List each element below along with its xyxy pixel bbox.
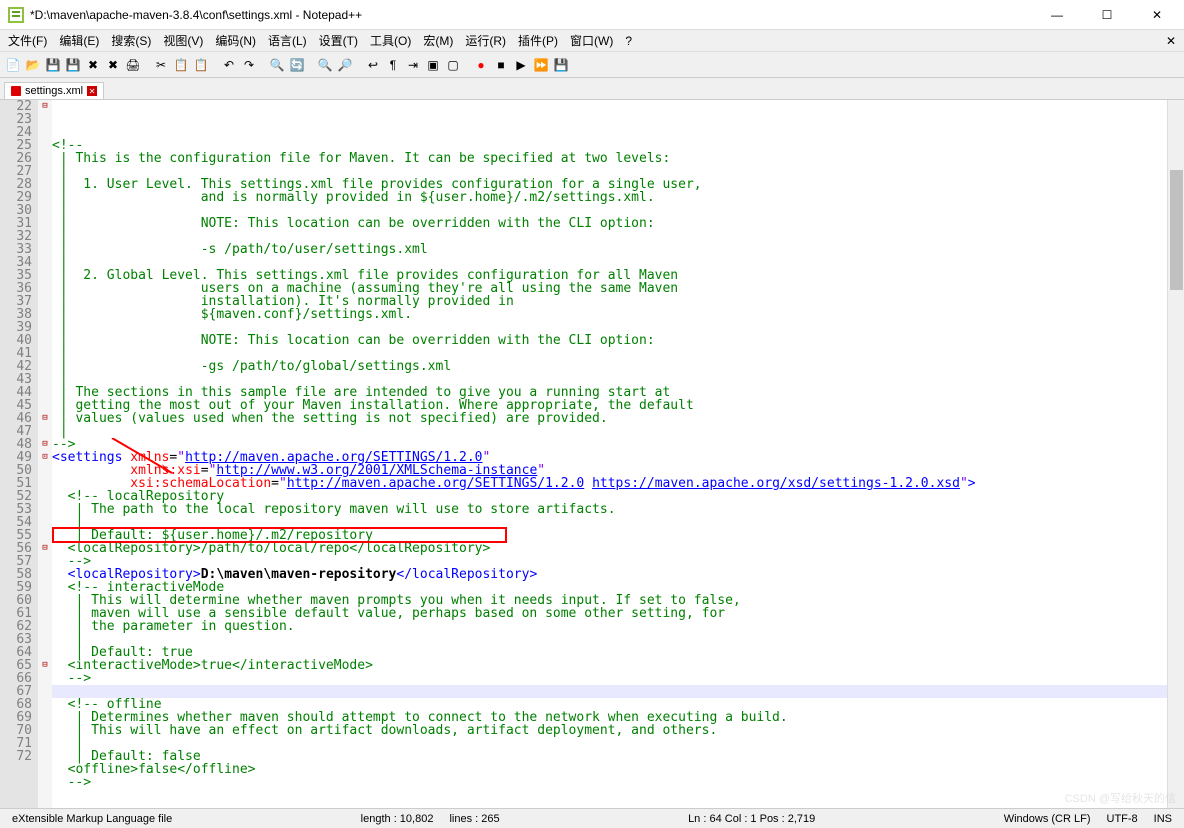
redo-icon[interactable]: ↷ bbox=[240, 56, 258, 74]
status-insmode: INS bbox=[1146, 813, 1180, 825]
code-area[interactable]: <!-- | This is the configuration file fo… bbox=[52, 100, 1167, 808]
menubar: 文件(F) 编辑(E) 搜索(S) 视图(V) 编码(N) 语言(L) 设置(T… bbox=[0, 30, 1184, 52]
saveall-icon[interactable]: 💾 bbox=[64, 56, 82, 74]
closeall-icon[interactable]: ✖ bbox=[104, 56, 122, 74]
undo-icon[interactable]: ↶ bbox=[220, 56, 238, 74]
app-icon bbox=[8, 7, 24, 23]
status-length: length : 10,802 bbox=[353, 813, 442, 825]
unfoldall-icon[interactable]: ▢ bbox=[444, 56, 462, 74]
menu-help[interactable]: ? bbox=[621, 32, 636, 50]
editor[interactable]: 2223242526272829303132333435363738394041… bbox=[0, 100, 1184, 808]
status-position: Ln : 64 Col : 1 Pos : 2,719 bbox=[680, 813, 823, 825]
menu-search[interactable]: 搜索(S) bbox=[107, 30, 155, 51]
menu-language[interactable]: 语言(L) bbox=[264, 30, 311, 51]
record-icon[interactable]: ● bbox=[472, 56, 490, 74]
line-gutter: 2223242526272829303132333435363738394041… bbox=[0, 100, 38, 808]
cut-icon[interactable]: ✂ bbox=[152, 56, 170, 74]
indent-icon[interactable]: ⇥ bbox=[404, 56, 422, 74]
new-icon[interactable]: 📄 bbox=[4, 56, 22, 74]
showchars-icon[interactable]: ¶ bbox=[384, 56, 402, 74]
menu-edit[interactable]: 编辑(E) bbox=[55, 30, 103, 51]
menu-window[interactable]: 窗口(W) bbox=[566, 30, 617, 51]
tab-close-icon[interactable]: ✕ bbox=[87, 86, 97, 96]
close-button[interactable]: ✕ bbox=[1142, 8, 1172, 22]
tabbar: settings.xml ✕ bbox=[0, 78, 1184, 100]
menu-run[interactable]: 运行(R) bbox=[461, 30, 510, 51]
fastplay-icon[interactable]: ⏩ bbox=[532, 56, 550, 74]
menu-view[interactable]: 视图(V) bbox=[159, 30, 207, 51]
foldall-icon[interactable]: ▣ bbox=[424, 56, 442, 74]
scroll-thumb[interactable] bbox=[1170, 170, 1183, 290]
fold-gutter: ⊟⊟⊟⊡⊟⊟ bbox=[38, 100, 52, 808]
zoomin-icon[interactable]: 🔍 bbox=[316, 56, 334, 74]
menu-tools[interactable]: 工具(O) bbox=[366, 30, 415, 51]
menu-encoding[interactable]: 编码(N) bbox=[211, 30, 260, 51]
menu-macro[interactable]: 宏(M) bbox=[419, 30, 457, 51]
toolbar: 📄 📂 💾 💾 ✖ ✖ 🖨 ✂ 📋 📋 ↶ ↷ 🔍 🔄 🔍 🔎 ↩ ¶ ⇥ ▣ … bbox=[0, 52, 1184, 78]
close-icon[interactable]: ✖ bbox=[84, 56, 102, 74]
vertical-scrollbar[interactable] bbox=[1167, 100, 1184, 808]
status-filetype: eXtensible Markup Language file bbox=[4, 813, 180, 825]
zoomout-icon[interactable]: 🔎 bbox=[336, 56, 354, 74]
stop-icon[interactable]: ■ bbox=[492, 56, 510, 74]
statusbar: eXtensible Markup Language file length :… bbox=[0, 808, 1184, 828]
tab-settings-xml[interactable]: settings.xml ✕ bbox=[4, 82, 104, 99]
replace-icon[interactable]: 🔄 bbox=[288, 56, 306, 74]
play-icon[interactable]: ▶ bbox=[512, 56, 530, 74]
status-lines: lines : 265 bbox=[441, 813, 507, 825]
print-icon[interactable]: 🖨 bbox=[124, 56, 142, 74]
watermark: CSDN @写给秋天的信 bbox=[1065, 790, 1176, 806]
maximize-button[interactable]: ☐ bbox=[1092, 8, 1122, 22]
save-icon[interactable]: 💾 bbox=[44, 56, 62, 74]
file-modified-icon bbox=[11, 86, 21, 96]
find-icon[interactable]: 🔍 bbox=[268, 56, 286, 74]
open-icon[interactable]: 📂 bbox=[24, 56, 42, 74]
window-controls: — ☐ ✕ bbox=[1042, 8, 1172, 22]
close-x-button[interactable]: ✕ bbox=[1162, 32, 1180, 50]
copy-icon[interactable]: 📋 bbox=[172, 56, 190, 74]
tab-label: settings.xml bbox=[25, 85, 83, 97]
status-encoding: UTF-8 bbox=[1099, 813, 1146, 825]
menu-plugins[interactable]: 插件(P) bbox=[514, 30, 562, 51]
titlebar: *D:\maven\apache-maven-3.8.4\conf\settin… bbox=[0, 0, 1184, 30]
menu-settings[interactable]: 设置(T) bbox=[315, 30, 362, 51]
paste-icon[interactable]: 📋 bbox=[192, 56, 210, 74]
menu-file[interactable]: 文件(F) bbox=[4, 30, 51, 51]
wrap-icon[interactable]: ↩ bbox=[364, 56, 382, 74]
minimize-button[interactable]: — bbox=[1042, 8, 1072, 22]
status-eol: Windows (CR LF) bbox=[996, 813, 1099, 825]
savemacro-icon[interactable]: 💾 bbox=[552, 56, 570, 74]
window-title: *D:\maven\apache-maven-3.8.4\conf\settin… bbox=[30, 8, 1042, 22]
